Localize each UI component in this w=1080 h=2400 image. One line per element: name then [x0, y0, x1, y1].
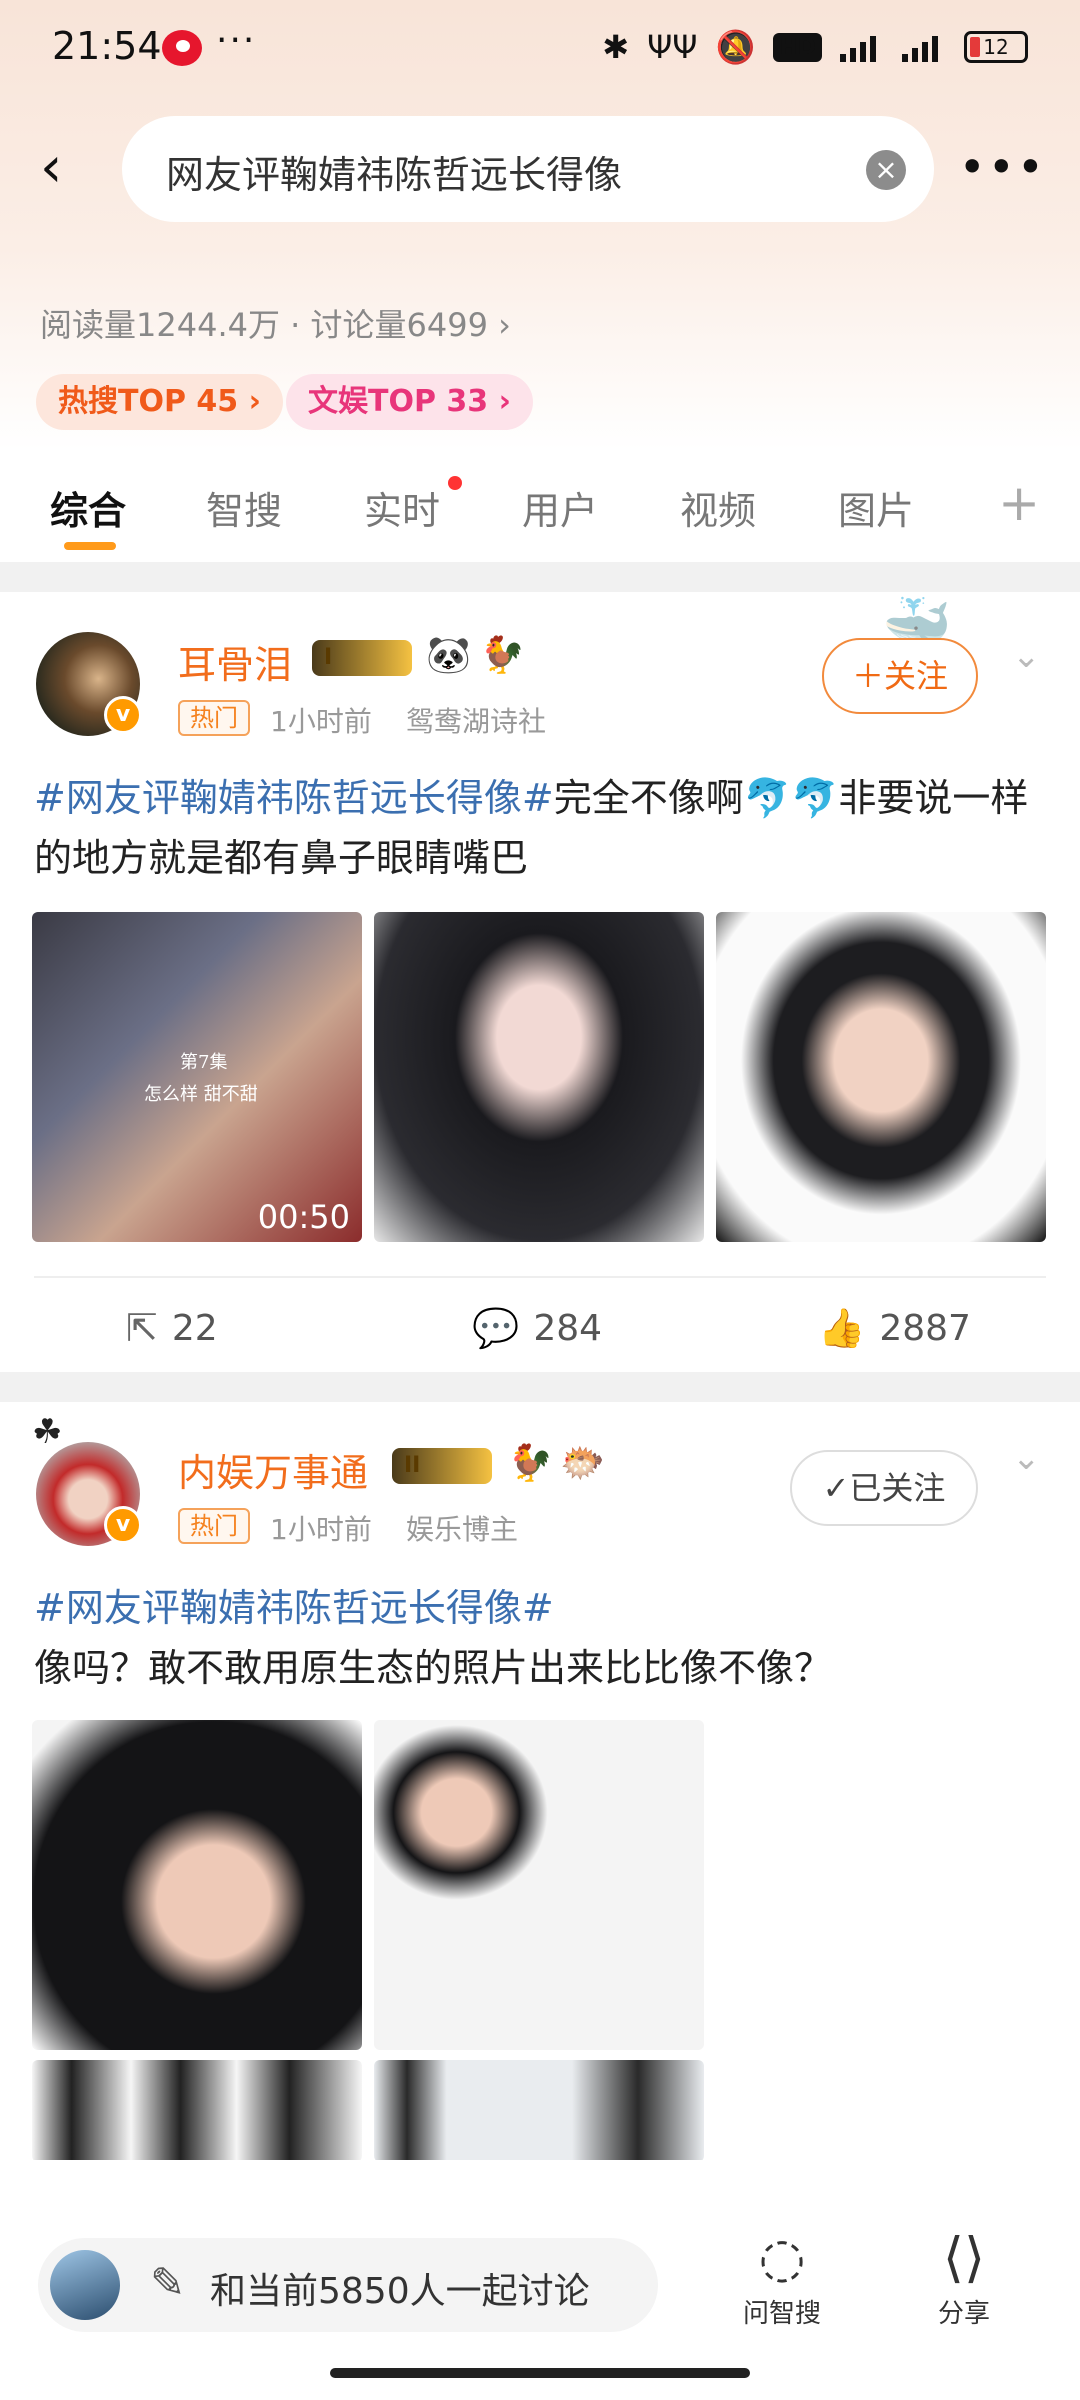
divider	[0, 1372, 1080, 1402]
share-icon: ⟨⟩	[942, 2226, 986, 2289]
search-query[interactable]: 网友评鞠婧祎陈哲远长得像	[166, 144, 622, 199]
like-count: 2887	[879, 1308, 971, 1349]
verified-badge-icon: v	[104, 696, 142, 734]
username[interactable]: 内娱万事通	[178, 1442, 368, 1497]
tab-video[interactable]: 视频	[680, 480, 756, 535]
comment-count: 284	[533, 1308, 603, 1349]
discuss-input[interactable]: ✎ 和当前5850人一起讨论	[38, 2238, 658, 2332]
rooster-badge-icon: 🐓	[508, 1443, 553, 1484]
post-source: 鸳鸯湖诗社	[406, 705, 547, 738]
comment-icon: 💬	[472, 1306, 520, 1350]
clear-search-icon[interactable]: ×	[866, 150, 906, 190]
topic-stats[interactable]: 阅读量1244.4万 · 讨论量6499 ›	[40, 300, 511, 346]
divider	[34, 1276, 1046, 1278]
bottom-bar: ✎ 和当前5850人一起讨论 ◌ 问智搜 ⟨⟩ 分享	[0, 2160, 1080, 2400]
pufferfish-badge-icon: 🐡	[560, 1443, 605, 1484]
video-caption-1: 第7集	[180, 1052, 228, 1073]
rooster-badge-icon: 🐓	[480, 635, 525, 676]
vip-level: I	[324, 645, 333, 670]
ask-label: 问智搜	[742, 2299, 821, 2329]
post-text: #网友评鞠婧祎陈哲远长得像# 像吗？敢不敢用原生态的照片出来比比像不像？	[34, 1578, 1054, 1698]
hashtag-link[interactable]: #网友评鞠婧祎陈哲远长得像#	[34, 776, 554, 820]
post-image[interactable]	[374, 2060, 704, 2162]
share-arrow-icon: ⇱	[126, 1306, 158, 1350]
post-time: 1小时前	[270, 705, 372, 738]
signal-1-icon	[840, 32, 884, 62]
active-tab-indicator	[64, 542, 116, 550]
clover-icon: ☘	[32, 1412, 63, 1452]
more-options-icon[interactable]: •••	[959, 140, 1046, 194]
divider	[0, 562, 1080, 592]
home-indicator[interactable]	[330, 2368, 750, 2378]
post-source: 娱乐博主	[406, 1513, 519, 1546]
tab-smart-search[interactable]: 智搜	[206, 480, 282, 535]
like-button[interactable]: 👍 2887	[818, 1306, 971, 1351]
hot-search-rank-tag[interactable]: 热搜TOP 45 ›	[36, 374, 283, 430]
search-sparkle-icon: ◌	[758, 2226, 806, 2289]
nfc-icon: ΨΨ	[647, 28, 698, 66]
video-duration: 00:50	[257, 1198, 350, 1236]
post-2: ☘ v 内娱万事通 II 🐓 🐡 热门 1小时前 娱乐博主 ✓已关注 ⌄ #网友…	[0, 1402, 1080, 2162]
weibo-app-icon	[162, 30, 202, 66]
post-image[interactable]	[716, 912, 1046, 1242]
username[interactable]: 耳骨泪	[178, 634, 292, 689]
discuss-placeholder: 和当前5850人一起讨论	[210, 2271, 590, 2312]
post-1: v 耳骨泪 I 🐼 🐓 热门 1小时前 鸳鸯湖诗社 🐳 ＋关注 ⌄ #网友评鞠婧…	[0, 592, 1080, 1382]
panda-badge-icon: 🐼	[426, 635, 471, 676]
more-notifications-icon: ···	[216, 20, 257, 61]
video-thumbnail[interactable]: 第7集 怎么样 甜不甜 00:50	[32, 912, 362, 1242]
post-image[interactable]	[374, 912, 704, 1242]
follow-button[interactable]: ＋关注	[822, 638, 978, 714]
following-button[interactable]: ✓已关注	[790, 1450, 978, 1526]
video-caption-2: 怎么样 甜不甜	[144, 1084, 258, 1105]
tab-realtime[interactable]: 实时	[364, 480, 440, 535]
hashtag-link[interactable]: #网友评鞠婧祎陈哲远长得像#	[34, 1586, 554, 1630]
bluetooth-icon: ✱	[602, 28, 630, 66]
hot-label: 热门	[178, 1508, 250, 1544]
chevron-down-icon[interactable]: ⌄	[1012, 1438, 1044, 1478]
system-icons: ✱ ΨΨ 🔕 HD 12	[602, 28, 1028, 66]
repost-button[interactable]: ⇱ 22	[126, 1306, 218, 1350]
share-button[interactable]: ⟨⟩ 分享	[904, 2226, 1024, 2330]
back-arrow-icon[interactable]: ‹	[40, 138, 80, 198]
post-body: 像吗？敢不敢用原生态的照片出来比比像不像？	[34, 1646, 833, 1690]
post-time: 1小时前	[270, 1513, 372, 1546]
clock: 21:54	[52, 24, 162, 68]
realtime-red-dot	[448, 476, 462, 490]
repost-count: 22	[171, 1307, 218, 1349]
battery-icon: 12	[964, 31, 1028, 63]
hd-icon: HD	[773, 32, 822, 62]
post-image[interactable]	[32, 1720, 362, 2050]
mute-bell-icon: 🔕	[715, 28, 756, 66]
tab-users[interactable]: 用户	[522, 480, 598, 535]
vip-crown-badge: II	[392, 1448, 492, 1484]
entertainment-rank-tag[interactable]: 文娱TOP 33 ›	[286, 374, 533, 430]
comment-button[interactable]: 💬 284	[472, 1306, 602, 1351]
post-text: #网友评鞠婧祎陈哲远长得像#完全不像啊🐬🐬非要说一样的地方就是都有鼻子眼睛嘴巴	[34, 768, 1054, 888]
vip-crown-badge: I	[312, 640, 412, 676]
verified-badge-icon: v	[104, 1506, 142, 1544]
share-label: 分享	[937, 2299, 990, 2329]
user-avatar	[50, 2250, 120, 2320]
hot-label: 热门	[178, 700, 250, 736]
signal-2-icon	[902, 32, 946, 62]
status-bar: 21:54 ··· ✱ ΨΨ 🔕 HD 12	[0, 0, 1080, 100]
tab-images[interactable]: 图片	[838, 480, 914, 535]
ask-smart-search-button[interactable]: ◌ 问智搜	[722, 2226, 842, 2330]
thumbs-up-icon: 👍	[818, 1306, 866, 1350]
tab-bar: 综合 智搜 实时 用户 视频 图片 +	[0, 470, 1080, 560]
pen-icon: ✎	[150, 2258, 186, 2307]
post-actions: ⇱ 22 💬 284 👍 2887	[0, 1286, 1080, 1366]
search-bar[interactable]: 网友评鞠婧祎陈哲远长得像 ×	[122, 116, 934, 222]
chevron-down-icon[interactable]: ⌄	[1012, 636, 1044, 676]
post-image[interactable]	[374, 1720, 704, 2050]
vip-level: II	[404, 1453, 421, 1478]
tab-comprehensive[interactable]: 综合	[50, 480, 126, 535]
post-image[interactable]	[32, 2060, 362, 2162]
add-tab-icon[interactable]: +	[998, 474, 1040, 532]
